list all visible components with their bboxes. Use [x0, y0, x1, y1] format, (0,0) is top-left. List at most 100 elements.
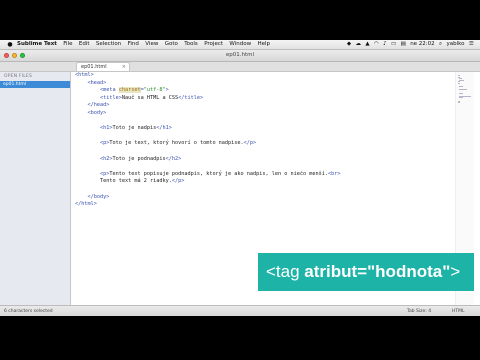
code-token: Toto je podnadpis [112, 155, 166, 162]
tab-label: ep01.html [81, 64, 107, 70]
code-token: <head> [87, 79, 107, 86]
code-token: charset [118, 87, 141, 94]
code-line[interactable]: <h2>Toto je podnadpis</h2> [75, 156, 341, 164]
code-token: </html> [75, 201, 97, 208]
code-line[interactable]: Tento text má 2 riadky.</p> [75, 178, 341, 186]
menu-file[interactable]: File [60, 40, 76, 49]
code-token: </h1> [156, 125, 172, 132]
clock-text[interactable]: ne 22:02 [408, 40, 437, 49]
code-token: </h2> [165, 155, 182, 162]
window-title: ep01.html [225, 52, 255, 58]
alert-icon[interactable]: ▲ [363, 40, 372, 49]
code-content[interactable]: <html> <head> <meta charset="utf-8"> <ti… [75, 72, 341, 209]
tab-ep01[interactable]: ep01.html × [76, 62, 130, 71]
code-token: <h2> [100, 155, 113, 162]
volume-icon[interactable]: ♪ [381, 40, 389, 49]
cloud-icon[interactable]: ☁ [353, 40, 363, 49]
status-bar: 6 characters selected Tab Size: 4 HTML [0, 305, 480, 316]
app-menu[interactable]: Sublime Text [14, 40, 60, 49]
flag-icon[interactable]: ▤ [398, 40, 408, 49]
syntax-selector[interactable]: HTML [452, 306, 465, 316]
code-line[interactable] [75, 118, 341, 126]
notification-list-icon[interactable]: ☰ [467, 40, 476, 49]
code-token: Nauč sa HTML a CSS [121, 94, 179, 101]
code-token: <title> [100, 94, 122, 101]
battery-icon[interactable]: ▭ [389, 40, 399, 49]
dropbox-icon[interactable]: ◆ [345, 40, 354, 49]
apple-menu-icon[interactable]: ● [6, 40, 14, 49]
menu-window[interactable]: Window [226, 40, 254, 49]
code-line[interactable]: <p>Toto je text, ktorý hovorí o tomto na… [75, 140, 341, 148]
code-token: </head> [87, 102, 110, 109]
menu-bar: ● Sublime Text File Edit Selection Find … [0, 40, 480, 50]
code-token: <html> [75, 72, 94, 78]
minimap-line [458, 97, 464, 99]
code-token: Toto je nadpis [112, 125, 157, 132]
selection-status: 6 characters selected [4, 309, 53, 314]
code-line[interactable]: <title>Nauč sa HTML a CSS</title> [75, 95, 341, 103]
search-icon[interactable]: ⌕ [437, 40, 444, 49]
code-token: </p> [243, 140, 257, 147]
code-token: </title> [178, 94, 204, 101]
code-line[interactable]: <meta charset="utf-8"> [75, 87, 341, 95]
code-token: Toto je text, ktorý hovorí o tomto nadpi… [109, 140, 244, 147]
code-line[interactable]: <body> [75, 110, 341, 118]
code-token: </p> [171, 178, 185, 185]
close-tab-icon[interactable]: × [122, 63, 126, 71]
code-token: Tento text popisuje podnadpis, ktorý je … [109, 170, 328, 177]
code-line[interactable]: <head> [75, 80, 341, 88]
status-menus: ◆ ☁ ▲ ◠ ♪ ▭ ▤ ne 22:02 ⌕ yablko ☰ [345, 40, 480, 49]
tag-syntax-caption: <tag atribut="hodnota"> [258, 253, 474, 291]
tab-bar: ep01.html × [0, 62, 480, 72]
menu-project[interactable]: Project [201, 40, 226, 49]
code-token: <meta [100, 87, 119, 94]
minimap-line [458, 83, 461, 84]
menu-help[interactable]: Help [254, 40, 273, 49]
caption-tag: <tag [266, 262, 305, 281]
code-token: <br> [328, 170, 341, 177]
code-token: <h1> [100, 125, 113, 132]
code-line[interactable]: <html> [75, 72, 341, 80]
code-token: "utf-8" [143, 87, 166, 94]
minimap-line [458, 102, 460, 104]
code-line[interactable]: </head> [75, 102, 341, 110]
user-name[interactable]: yablko [444, 40, 466, 49]
code-token: <p> [100, 170, 110, 177]
code-line[interactable] [75, 186, 341, 194]
menu-goto[interactable]: Goto [162, 40, 182, 49]
menu-tools[interactable]: Tools [181, 40, 201, 49]
code-line[interactable]: </html> [75, 201, 341, 209]
code-token: Tento text má 2 riadky. [75, 178, 172, 185]
minimap-line [458, 92, 464, 94]
code-token: <p> [100, 140, 110, 147]
code-line[interactable] [75, 148, 341, 156]
code-token: > [165, 87, 169, 94]
menu-edit[interactable]: Edit [76, 40, 93, 49]
caption-close: > [450, 262, 461, 281]
sidebar-header: OPEN FILES [4, 74, 33, 79]
code-line[interactable]: </body> [75, 194, 341, 202]
minimap-line [458, 86, 463, 88]
tab-size-selector[interactable]: Tab Size: 4 [407, 306, 431, 316]
sidebar-item-ep01[interactable]: ep01.html [0, 81, 70, 88]
menu-selection[interactable]: Selection [93, 40, 125, 49]
menu-view[interactable]: View [142, 40, 161, 49]
minimap-line [458, 89, 467, 91]
sidebar: OPEN FILES ep01.html [0, 72, 71, 305]
wifi-icon[interactable]: ◠ [372, 40, 381, 49]
window-title-bar[interactable]: ep01.html [0, 50, 480, 62]
code-line[interactable]: <h1>Toto je nadpis</h1> [75, 125, 341, 133]
menu-find[interactable]: Find [124, 40, 142, 49]
code-line[interactable] [75, 163, 341, 171]
code-token: </body> [87, 193, 110, 200]
